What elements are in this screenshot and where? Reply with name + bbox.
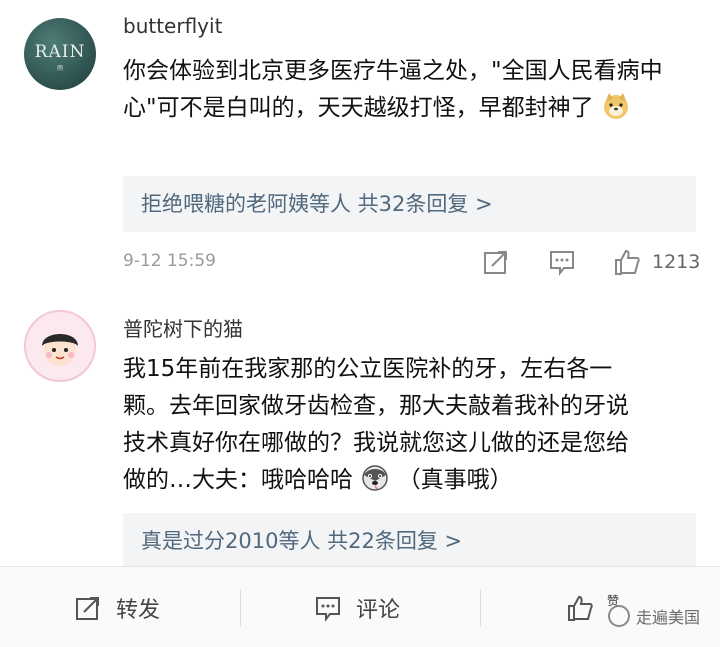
repost-button[interactable]: 转发 [74,567,160,647]
comment-button[interactable]: 评论 [314,567,400,647]
avatar-text: RAIN [34,42,86,62]
repost-icon [76,596,99,620]
replies-summary-link[interactable]: 拒绝喂糖的老阿姨等人 共32条回复 > [123,176,696,232]
comment-text: 我15年前在我家那的公立医院补的牙，左右各一 颗。去年回家做牙齿检查，那大夫敲着… [123,351,698,499]
watermark-text: 走遍美国 [635,608,700,627]
husky-emoji-icon [362,465,389,491]
doge-emoji-icon [603,93,628,119]
comment-text-line: 颗。去年回家做牙齿检查，那大夫敲着我补的牙说 [123,393,629,419]
comment-text-segment: （真事哦） [397,467,513,493]
comment-text-content: 你会体验到北京更多医疗牛逼之处，"全国人民看病中心"可不是白叫的，天天越级打怪，… [123,58,663,121]
repost-icon[interactable] [482,248,510,276]
comment-text: 你会体验到北京更多医疗牛逼之处，"全国人民看病中心"可不是白叫的，天天越级打怪，… [123,53,698,127]
like-icon[interactable] [613,248,641,276]
timestamp: 9-12 15:59 [123,251,216,271]
like-count: 1213 [652,251,701,273]
avatar[interactable]: RAIN 雨 [24,18,96,90]
watermark: 走遍美国 [607,604,700,628]
cartoon-boy-icon [42,334,78,366]
comment-icon [316,596,340,622]
like-button[interactable] [566,567,608,647]
comment-text-segment: 做的…大夫：哦哈哈哈 [123,467,353,493]
wechat-icon [607,605,630,627]
repost-label: 转发 [116,597,161,623]
comment-icon[interactable] [548,248,576,276]
comment-text-line: 技术真好你在哪做的？我说就您这儿做的还是您给 [123,430,629,456]
username[interactable]: butterflyit [123,14,222,38]
replies-summary-link[interactable]: 真是过分2010等人 共22条回复 > [123,513,696,569]
comment-label: 评论 [356,597,401,623]
divider [480,589,481,627]
comment-text-line: 我15年前在我家那的公立医院补的牙，左右各一 [123,356,613,382]
avatar[interactable] [24,310,96,382]
avatar-subtext: 雨 [56,65,63,72]
divider [240,589,241,627]
comment-text-line: 做的…大夫：哦哈哈哈 （真事哦） [123,462,698,499]
like-icon [568,595,593,621]
username[interactable]: 普陀树下的猫 [123,313,243,342]
